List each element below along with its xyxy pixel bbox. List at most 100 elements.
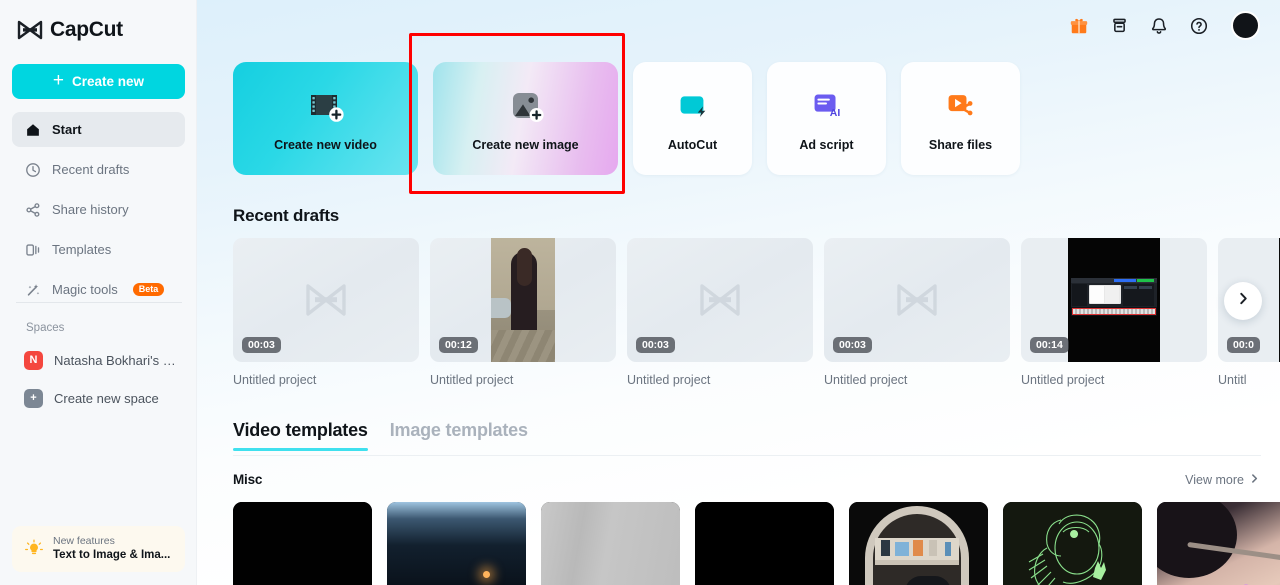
sidebar-item-share-history[interactable]: Share history bbox=[12, 192, 185, 227]
chevron-right-icon bbox=[1249, 473, 1260, 487]
template-thumbnail-detail bbox=[929, 540, 937, 556]
draft-duration: 00:0 bbox=[1227, 337, 1260, 354]
autocut-icon bbox=[672, 85, 714, 127]
svg-text:AI: AI bbox=[829, 108, 840, 119]
draft-name: Untitled project bbox=[627, 373, 813, 387]
user-avatar[interactable] bbox=[1231, 11, 1260, 40]
template-thumbnail bbox=[387, 502, 526, 585]
drafts-next-button[interactable] bbox=[1224, 282, 1262, 320]
app-logo[interactable]: CapCut bbox=[0, 0, 196, 46]
template-thumbnail-detail bbox=[483, 571, 490, 578]
draft-card[interactable]: 00:03 Untitled project bbox=[627, 238, 813, 387]
chevron-right-icon bbox=[1236, 291, 1251, 311]
template-card[interactable] bbox=[1003, 502, 1142, 585]
draft-thumbnail: 00:12 bbox=[430, 238, 616, 362]
sidebar-item-label: Start bbox=[52, 122, 82, 137]
image-plus-icon bbox=[505, 85, 547, 127]
draft-preview-image bbox=[1068, 238, 1160, 362]
template-thumbnail bbox=[695, 502, 834, 585]
ad-script-ai-icon: AI bbox=[806, 85, 848, 127]
create-new-label: Create new bbox=[72, 74, 144, 89]
home-icon bbox=[24, 121, 41, 138]
create-new-image-card[interactable]: Create new image bbox=[433, 62, 618, 175]
ad-script-card[interactable]: AI Ad script bbox=[767, 62, 886, 175]
action-card-label: AutoCut bbox=[668, 138, 717, 152]
sidebar-nav: Start Recent drafts bbox=[12, 112, 185, 312]
sidebar: CapCut + Create new Start Recent d bbox=[0, 0, 197, 585]
autocut-card[interactable]: AutoCut bbox=[633, 62, 752, 175]
tabs-divider bbox=[233, 455, 1261, 456]
templates-tabs: Video templates Image templates bbox=[233, 420, 528, 451]
share-files-icon bbox=[940, 85, 982, 127]
draft-name: Untitled project bbox=[1021, 373, 1207, 387]
clock-icon bbox=[24, 161, 41, 178]
space-item-personal[interactable]: N Natasha Bokhari's sp... bbox=[12, 343, 185, 377]
draft-name: Untitled project bbox=[824, 373, 1010, 387]
new-features-card[interactable]: New features Text to Image & Ima... bbox=[12, 526, 185, 572]
space-item-label: Create new space bbox=[54, 391, 159, 406]
spaces-list: N Natasha Bokhari's sp... + Create new s… bbox=[12, 343, 185, 419]
recent-drafts-title: Recent drafts bbox=[233, 206, 339, 226]
app-name: CapCut bbox=[50, 18, 123, 42]
topbar bbox=[1067, 11, 1260, 40]
draft-name: Untitled project bbox=[430, 373, 616, 387]
template-thumbnail-detail bbox=[875, 560, 959, 565]
draft-duration: 00:12 bbox=[439, 337, 478, 354]
create-new-space-button[interactable]: + Create new space bbox=[12, 381, 185, 415]
draft-name: Untitled project bbox=[233, 373, 419, 387]
spaces-heading: Spaces bbox=[26, 322, 64, 334]
film-plus-icon bbox=[305, 85, 347, 127]
tab-image-templates[interactable]: Image templates bbox=[390, 420, 528, 451]
feature-card-bottom: Text to Image & Ima... bbox=[53, 548, 170, 564]
template-thumbnail-detail bbox=[913, 540, 923, 556]
draft-duration: 00:03 bbox=[636, 337, 675, 354]
template-thumbnail bbox=[541, 502, 680, 585]
sidebar-item-templates[interactable]: Templates bbox=[12, 232, 185, 267]
templates-category-title: Misc bbox=[233, 472, 262, 487]
draft-duration: 00:03 bbox=[242, 337, 281, 354]
template-card[interactable] bbox=[233, 502, 372, 585]
box-archive-icon[interactable] bbox=[1107, 14, 1131, 38]
template-card[interactable] bbox=[541, 502, 680, 585]
capcut-logo-icon bbox=[17, 19, 43, 41]
draft-card[interactable]: 00:03 Untitled project bbox=[824, 238, 1010, 387]
create-new-video-card[interactable]: Create new video bbox=[233, 62, 418, 175]
draft-name: Untitl bbox=[1218, 373, 1280, 387]
sidebar-item-label: Share history bbox=[52, 202, 129, 217]
template-card[interactable] bbox=[387, 502, 526, 585]
view-more-button[interactable]: View more bbox=[1185, 473, 1260, 487]
main-content: Create new video Create new image bbox=[197, 0, 1280, 585]
feature-card-top: New features bbox=[53, 534, 170, 548]
sidebar-item-recent-drafts[interactable]: Recent drafts bbox=[12, 152, 185, 187]
bell-icon[interactable] bbox=[1147, 14, 1171, 38]
template-card[interactable] bbox=[1157, 502, 1280, 585]
help-circle-icon[interactable] bbox=[1187, 14, 1211, 38]
template-thumbnail-detail bbox=[895, 542, 909, 556]
draft-card[interactable]: 00:14 Untitled project bbox=[1021, 238, 1207, 387]
draft-card[interactable]: 00:12 Untitled project bbox=[430, 238, 616, 387]
space-item-label: Natasha Bokhari's sp... bbox=[54, 353, 180, 368]
action-card-label: Create new video bbox=[274, 138, 377, 152]
lightbulb-icon bbox=[24, 539, 44, 559]
share-files-card[interactable]: Share files bbox=[901, 62, 1020, 175]
gift-icon[interactable] bbox=[1067, 14, 1091, 38]
sidebar-item-label: Recent drafts bbox=[52, 162, 129, 177]
recent-drafts-row: 00:03 Untitled project 00:12 Untitled pr… bbox=[233, 238, 1280, 387]
create-new-button[interactable]: + Create new bbox=[12, 64, 185, 99]
template-thumbnail-lineart bbox=[1003, 502, 1142, 585]
tab-video-templates[interactable]: Video templates bbox=[233, 420, 368, 451]
action-card-label: Ad script bbox=[799, 138, 853, 152]
template-card[interactable] bbox=[695, 502, 834, 585]
templates-row bbox=[233, 502, 1280, 585]
plus-square-icon: + bbox=[24, 389, 43, 408]
capcut-placeholder-icon bbox=[698, 282, 742, 318]
magic-wand-icon bbox=[24, 281, 41, 298]
template-card[interactable] bbox=[849, 502, 988, 585]
draft-card[interactable]: 00:03 Untitled project bbox=[233, 238, 419, 387]
template-thumbnail-detail bbox=[881, 540, 890, 556]
draft-thumbnail: 00:14 bbox=[1021, 238, 1207, 362]
draft-thumbnail: 00:03 bbox=[627, 238, 813, 362]
action-cards-row: Create new video Create new image bbox=[233, 62, 1020, 175]
capcut-home-page: CapCut + Create new Start Recent d bbox=[0, 0, 1280, 585]
sidebar-item-start[interactable]: Start bbox=[12, 112, 185, 147]
